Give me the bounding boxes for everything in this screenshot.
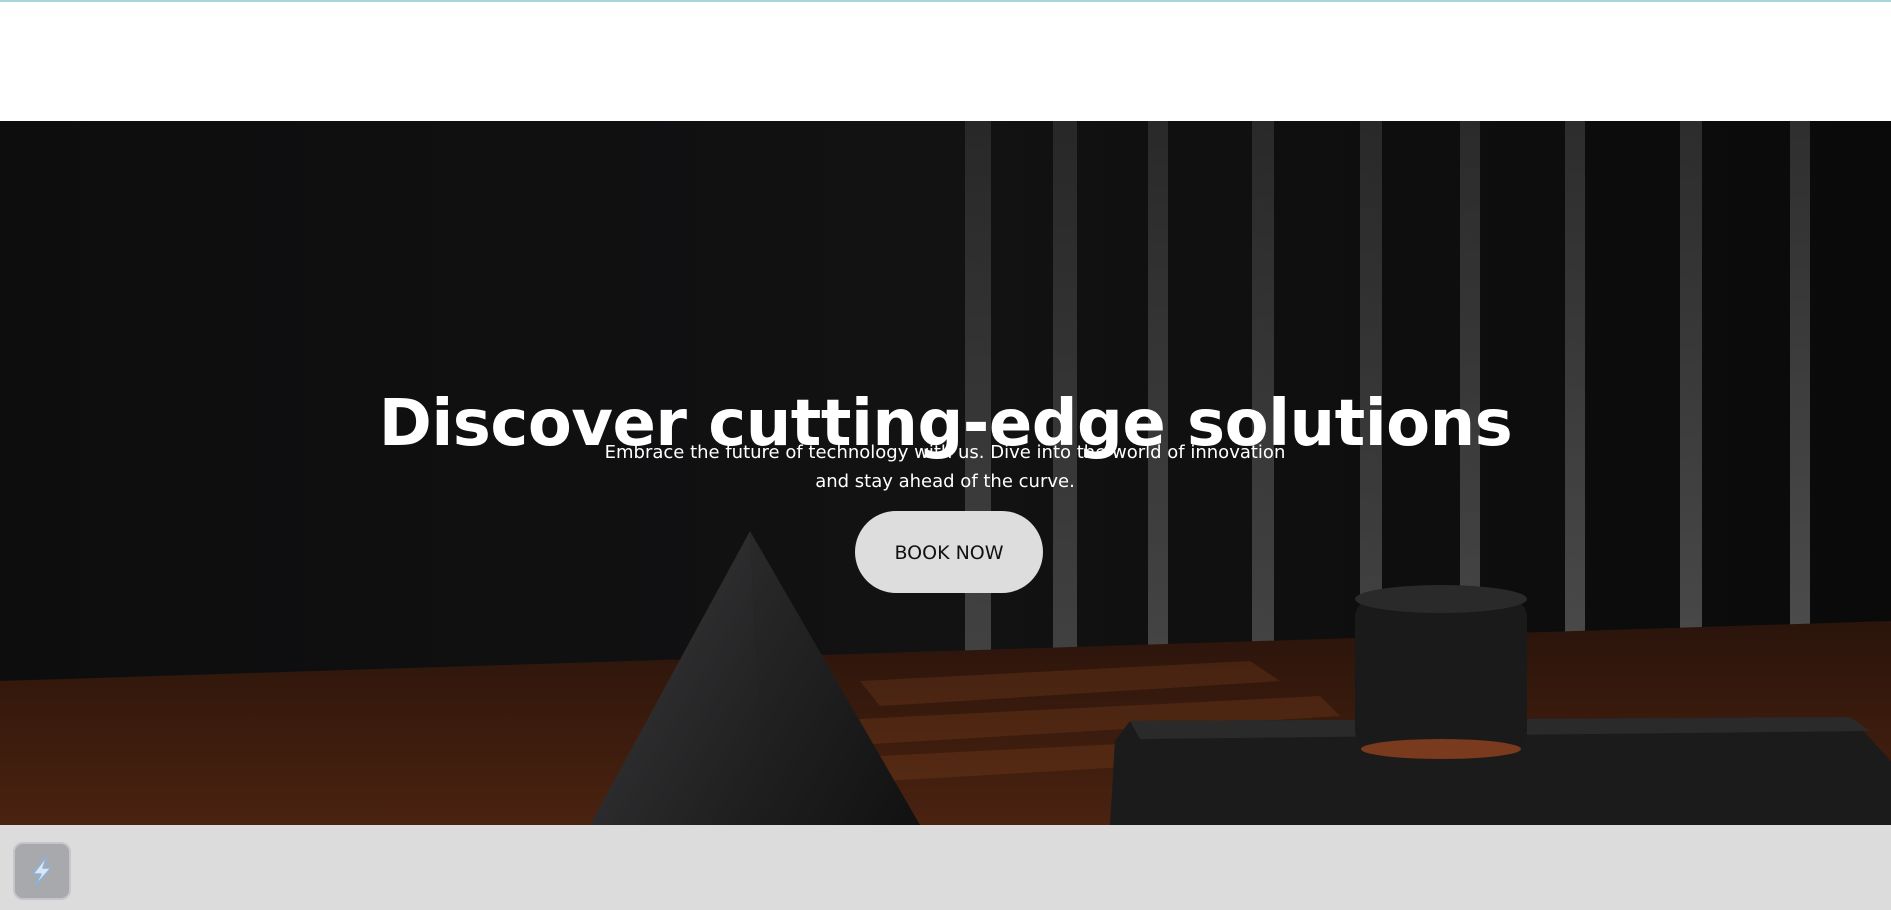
hero-section: Discover cutting-edge solutions Embrace … xyxy=(0,121,1891,825)
hero-subtitle: Embrace the future of technology with us… xyxy=(595,438,1295,496)
floating-widget-button[interactable] xyxy=(13,842,71,900)
hero-subtitle-line1: Embrace the future of technology with us… xyxy=(604,442,1286,463)
hero-subtitle-line2: and stay ahead of the curve. xyxy=(815,471,1075,492)
book-now-button[interactable]: BOOK NOW xyxy=(855,511,1043,593)
bolt-icon xyxy=(32,855,52,887)
site-header xyxy=(0,2,1891,121)
footer-strip xyxy=(0,825,1891,910)
